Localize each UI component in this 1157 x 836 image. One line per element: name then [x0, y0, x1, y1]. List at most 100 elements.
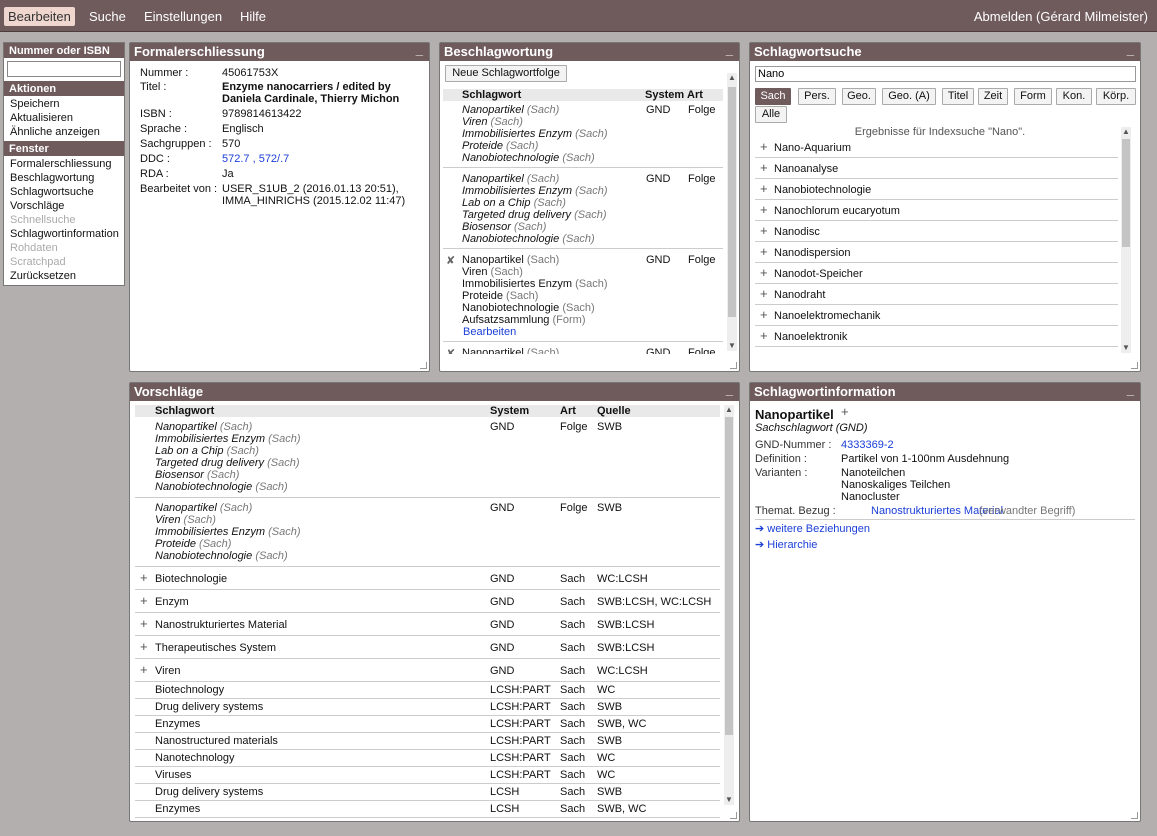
resize-handle[interactable] [730, 812, 737, 819]
logout-link[interactable]: Abmelden (Gérard Milmeister) [974, 7, 1148, 26]
definition-label: Definition : [755, 453, 807, 465]
expand-icon[interactable]: + [760, 329, 768, 342]
resize-handle[interactable] [730, 362, 737, 369]
search-result-item[interactable]: Nanobiotechnologie [774, 184, 871, 196]
hierarchy-link[interactable]: ➔ Hierarchie [755, 539, 817, 551]
search-result-item[interactable]: Nano-Aquarium [774, 142, 851, 154]
expand-icon[interactable]: + [760, 245, 768, 258]
suggestion-term[interactable]: Biotechnologie [155, 573, 227, 585]
menu-einstellungen[interactable]: Einstellungen [140, 7, 226, 26]
expand-icon[interactable]: + [760, 224, 768, 237]
expand-icon[interactable]: + [760, 203, 768, 216]
delete-icon[interactable]: ✘ [446, 255, 455, 267]
menu-hilfe[interactable]: Hilfe [236, 7, 270, 26]
suggestion-term[interactable]: Therapeutisches System [155, 642, 276, 654]
more-relations-link[interactable]: ➔ weitere Beziehungen [755, 523, 870, 535]
minimize-button[interactable]: _ [416, 41, 423, 59]
resize-handle[interactable] [1131, 362, 1138, 369]
scrollbar[interactable]: ▲ ▼ [727, 73, 737, 351]
suggestion-term[interactable]: Viren [155, 665, 180, 677]
term-type: (Sach) [183, 514, 216, 526]
minimize-button[interactable]: _ [726, 381, 733, 399]
resize-handle[interactable] [1131, 812, 1138, 819]
search-result-item[interactable]: Nanoanalyse [774, 163, 838, 175]
search-result-item[interactable]: Nanoelektromechanik [774, 310, 880, 322]
menu-suche[interactable]: Suche [85, 7, 130, 26]
expand-icon[interactable]: + [760, 266, 768, 279]
category-button-geo[interactable]: Geo. [842, 88, 876, 105]
term-type: (Sach) [219, 421, 253, 433]
window-item[interactable]: Beschlagwortung [4, 171, 124, 185]
category-button-sach[interactable]: Sach [755, 88, 791, 105]
new-term-sequence-button[interactable]: Neue Schlagwortfolge [445, 65, 567, 82]
minimize-button[interactable]: _ [1127, 41, 1134, 59]
category-button-form[interactable]: Form [1014, 88, 1052, 105]
action-item[interactable]: Speichern [4, 97, 124, 111]
expand-icon[interactable]: + [760, 140, 768, 153]
suggestion-term[interactable]: Enzymes [155, 718, 200, 730]
term-name: Aufsatzsammlung [462, 314, 550, 326]
suggestion-term[interactable]: Nanotechnology [155, 752, 235, 764]
expand-icon[interactable]: + [760, 308, 768, 321]
expand-icon[interactable]: + [760, 161, 768, 174]
suggestion-term[interactable]: Drug delivery systems [155, 786, 263, 798]
gnd-number-link[interactable]: 4333369-2 [841, 439, 894, 451]
window-item: Rohdaten [10, 242, 58, 254]
suggestion-term[interactable]: Enzymes [155, 803, 200, 815]
action-item[interactable]: Ähnliche anzeigen [4, 125, 124, 139]
action-item[interactable]: Aktualisieren [4, 111, 124, 125]
search-result-item[interactable]: Nanochlorum eucaryotum [774, 205, 900, 217]
system-value: GND [490, 642, 515, 654]
suggestion-term[interactable]: Enzym [155, 596, 189, 608]
category-button-alle[interactable]: Alle [755, 106, 787, 123]
expand-icon[interactable]: + [140, 571, 148, 584]
window-item[interactable]: Vorschläge [4, 199, 124, 213]
expand-icon[interactable]: + [760, 287, 768, 300]
number-search-input[interactable] [7, 61, 121, 77]
suggestion-term[interactable]: Drug delivery systems [155, 701, 263, 713]
term-search-input[interactable] [755, 66, 1136, 82]
ddc-links[interactable]: 572.7 , 572/.7 [222, 153, 289, 165]
window-item[interactable]: Schlagwortsuche [4, 185, 124, 199]
suggestion-term[interactable]: Nanostructured materials [155, 735, 278, 747]
term-item: Nanopartikel (Sach) [462, 173, 559, 185]
add-term-icon[interactable]: + [841, 405, 849, 418]
art-value: Folge [560, 502, 588, 514]
delete-icon[interactable]: ✘ [446, 348, 455, 354]
edit-link[interactable]: Bearbeiten [463, 326, 516, 338]
category-button-zeit[interactable]: Zeit [978, 88, 1008, 105]
search-result-item[interactable]: Nanoelektronik [774, 331, 847, 343]
category-button-titel[interactable]: Titel [942, 88, 974, 105]
window-item[interactable]: Zurücksetzen [4, 269, 124, 283]
minimize-button[interactable]: _ [1127, 381, 1134, 399]
minimize-button[interactable]: _ [726, 41, 733, 59]
expand-icon[interactable]: + [140, 640, 148, 653]
window-item[interactable]: Schlagwortinformation [4, 227, 124, 241]
expand-icon[interactable]: + [140, 663, 148, 676]
expand-icon[interactable]: + [140, 617, 148, 630]
search-result-item[interactable]: Nanodispersion [774, 247, 850, 259]
category-button-pers[interactable]: Pers. [798, 88, 836, 105]
category-button-kon[interactable]: Kon. [1056, 88, 1092, 105]
category-button-geo-a[interactable]: Geo. (A) [882, 88, 936, 105]
search-result-item[interactable]: Nanodot-Speicher [774, 268, 863, 280]
expand-icon[interactable]: + [760, 182, 768, 195]
search-result-item[interactable]: Nanodraht [774, 289, 825, 301]
term-item: Lab on a Chip (Sach) [462, 197, 566, 209]
expand-icon[interactable]: + [140, 594, 148, 607]
art-value: Sach [560, 619, 586, 631]
category-button-körp[interactable]: Körp. [1096, 88, 1136, 105]
quelle-value: WC [597, 752, 616, 764]
suggestion-term[interactable]: Nanostrukturiertes Material [155, 619, 287, 631]
quelle-value: WC:LCSH [597, 573, 648, 585]
term-name: Nanopartikel [462, 173, 524, 185]
window-item[interactable]: Formalerschliessung [4, 157, 124, 171]
suggestion-term[interactable]: Biotechnology [155, 684, 224, 696]
search-result-item[interactable]: Nanodisc [774, 226, 820, 238]
suggestion-term[interactable]: Viruses [155, 769, 191, 781]
scrollbar[interactable]: ▲ ▼ [1121, 127, 1131, 353]
resize-handle[interactable] [420, 362, 427, 369]
menu-bearbeiten[interactable]: Bearbeiten [4, 7, 75, 26]
scrollbar[interactable]: ▲ ▼ [724, 405, 734, 805]
system-value: LCSH:PART [490, 718, 551, 730]
